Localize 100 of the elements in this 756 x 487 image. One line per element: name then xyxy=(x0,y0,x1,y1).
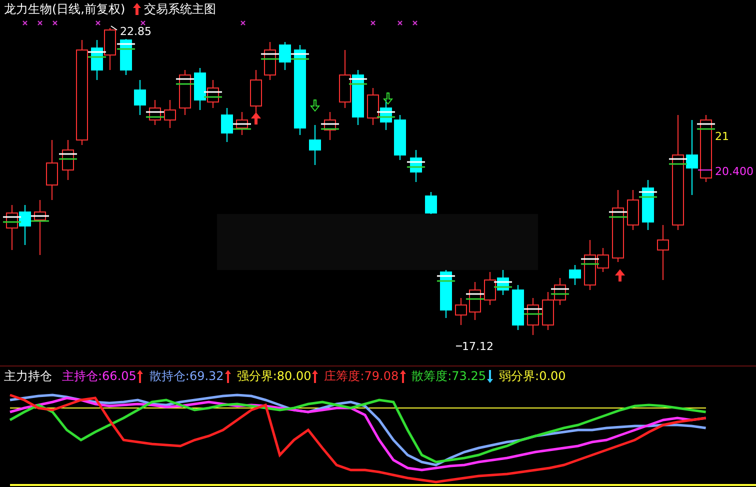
candlestick xyxy=(104,28,116,70)
candlestick xyxy=(164,100,176,128)
cross-marker-icon xyxy=(397,20,403,26)
down-arrow-icon xyxy=(310,100,320,112)
up-arrow-icon xyxy=(137,370,144,382)
price-tick-marks xyxy=(261,53,279,60)
price-label: 21 xyxy=(715,130,729,143)
price-tick-marks xyxy=(524,308,542,315)
price-tick-marks xyxy=(494,281,512,288)
cross-marker-icon xyxy=(37,20,43,26)
price-tick-marks xyxy=(551,288,569,295)
price-tick-marks xyxy=(59,153,77,160)
candlestick xyxy=(569,264,581,286)
price-tick-marks xyxy=(291,53,309,60)
indicator-value: 69.32 xyxy=(189,369,224,383)
candlestick xyxy=(279,42,291,70)
candlestick xyxy=(394,114,406,160)
candlestick xyxy=(352,70,364,126)
candlestick xyxy=(46,140,58,200)
indicator-value: 79.08 xyxy=(364,369,399,383)
price-tick-marks xyxy=(31,215,49,222)
candlestick xyxy=(19,204,31,246)
indicator-label: 弱分界: xyxy=(499,369,540,383)
candlestick xyxy=(497,270,509,296)
candlestick xyxy=(134,80,146,116)
up-arrow-icon xyxy=(133,3,142,15)
cross-marker-icon xyxy=(240,20,246,26)
cross-marker-icon xyxy=(370,20,376,26)
candlestick xyxy=(425,192,437,216)
candlestick xyxy=(34,200,46,256)
candlestick xyxy=(700,114,712,182)
candlestick xyxy=(120,38,132,76)
indicator-label: 强分界: xyxy=(236,369,277,383)
candlestick xyxy=(627,190,639,230)
candlestick xyxy=(469,282,481,320)
price-tick-marks xyxy=(146,111,164,118)
indicator-label: 庄筹度: xyxy=(324,369,364,383)
candlestick xyxy=(554,278,566,306)
price-tick-marks xyxy=(669,158,687,165)
indicator-name: 交易系统主图 xyxy=(144,2,216,16)
candlestick xyxy=(527,298,539,336)
price-tick-marks xyxy=(117,43,135,50)
candlestick xyxy=(642,180,654,230)
candlestick xyxy=(484,272,496,306)
indicator-label: 主持仓: xyxy=(62,369,102,383)
price-tick-marks xyxy=(377,111,395,118)
candlestick xyxy=(149,100,161,126)
up-arrow-icon xyxy=(614,269,626,282)
price-tick-marks xyxy=(204,91,222,98)
price-tick-marks xyxy=(437,275,455,282)
indicator-label: 散筹度: xyxy=(412,369,452,383)
cross-marker-icon xyxy=(52,20,58,26)
candlestick xyxy=(236,112,248,136)
up-arrow-icon xyxy=(312,370,318,382)
candlestick xyxy=(455,298,467,326)
down-arrow-icon xyxy=(487,370,494,382)
cross-marker-icon xyxy=(22,20,28,26)
price-tick-marks xyxy=(321,123,339,130)
candlestick xyxy=(6,204,18,250)
cross-marker-icon xyxy=(412,20,418,26)
candlestick xyxy=(324,112,336,140)
candlestick xyxy=(221,108,233,142)
candlestick xyxy=(179,70,191,116)
indicator-value: 73.25 xyxy=(452,369,486,383)
candlestick xyxy=(542,292,554,330)
indicator-label: 散持仓: xyxy=(149,369,190,383)
price-tick-marks xyxy=(88,51,106,58)
price-tick-marks xyxy=(466,293,484,300)
price-label: 17.12 xyxy=(456,340,494,353)
candlestick xyxy=(250,70,262,116)
price-label: 20.400 xyxy=(698,165,754,178)
candlestick xyxy=(62,140,74,180)
up-arrow-icon xyxy=(400,370,406,382)
down-arrow-icon xyxy=(382,92,394,105)
candlestick xyxy=(380,100,392,130)
indicator-value: 66.05 xyxy=(102,369,136,383)
price-tick-marks xyxy=(609,211,627,218)
price-tick-marks xyxy=(581,258,599,265)
cross-marker-icon xyxy=(95,20,101,26)
candlestick xyxy=(309,124,321,166)
price-tick-marks xyxy=(233,123,251,130)
indicator-value: 0.00 xyxy=(539,369,566,383)
price-tick-marks xyxy=(349,78,367,85)
candlestick xyxy=(657,224,669,280)
cross-marker-icon xyxy=(140,20,146,26)
up-arrow-icon xyxy=(250,112,262,124)
chart-title: 龙力生物(日线,前复权) xyxy=(4,2,126,16)
price-tick-marks xyxy=(697,123,715,130)
candlestick xyxy=(367,88,379,126)
panel-title: 主力持仓 xyxy=(4,369,52,383)
candlestick xyxy=(410,150,422,182)
candlestick xyxy=(339,50,351,108)
candlestick xyxy=(512,284,524,330)
up-arrow-icon xyxy=(224,370,231,382)
indicator-value: 80.00 xyxy=(276,369,312,383)
price-tick-marks xyxy=(407,161,425,168)
candlestick xyxy=(91,40,103,80)
price-tick-marks xyxy=(3,216,21,223)
price-tick-marks xyxy=(176,78,194,85)
candlestick xyxy=(264,42,276,80)
